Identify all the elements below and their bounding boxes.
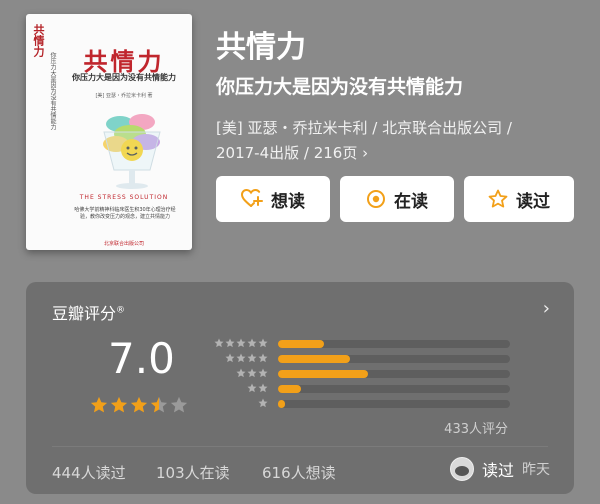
star-icon [247,368,257,378]
rating-panel[interactable]: 豆瓣评分® › 7.0 433人评分 444人读过 103人在读 616人想读 … [26,282,574,494]
reading-button[interactable]: 在读 [340,176,454,222]
panel-divider [52,446,548,447]
star-icon [247,383,257,393]
book-meta[interactable]: [美] 亚瑟・乔拉米卡利 / 北京联合出版公司 / 2017-4出版 / 216… [216,116,586,166]
want-to-read-label: 想读 [271,191,305,212]
want-to-read-button[interactable]: 想读 [216,176,330,222]
rating-bar-track [278,385,510,393]
rating-bar-row [210,382,530,396]
star-icon [214,338,224,348]
book-subtitle: 你压力大是因为没有共情能力 [216,76,464,98]
star-icon [258,368,268,378]
target-icon [367,190,385,208]
rating-title: 豆瓣评分® [52,300,125,324]
star-icon [258,398,268,408]
reading-label: 在读 [394,191,428,212]
cover-blurb: 哈佛大学前精神科临床医生积30年心理治疗经验，教你改变压力的观念，建立共情能力 [74,207,176,220]
star-icon [225,338,235,348]
star-icon [110,396,128,413]
book-meta-line2: 2017-4出版 / 216页 [216,144,358,162]
rating-bar-row [210,397,530,411]
rating-bar-row [210,337,530,351]
rating-bar-stars [214,338,268,348]
rating-bar-row [210,352,530,366]
rating-distribution [210,337,530,412]
have-read-label: 读过 [516,191,550,212]
rating-bar-fill [278,400,285,408]
macaron-glass-illustration [103,114,161,189]
star-icon [258,338,268,348]
star-icon [247,338,257,348]
rating-stars [90,396,188,414]
chevron-right-icon: › [362,144,369,162]
star-icon [225,353,235,363]
book-cover[interactable]: 共情力 你压力大是因为没有共情能力 共情力 你压力大是因为没有共情能力 [美] … [26,14,192,250]
cover-spine-title: 共情力 [32,24,45,57]
star-icon [236,338,246,348]
star-icon [90,396,108,413]
stat-reading[interactable]: 103人在读 [156,462,230,483]
book-meta-line1: [美] 亚瑟・乔拉米卡利 / 北京联合出版公司 / [216,119,512,137]
rating-bar-track [278,400,510,408]
star-icon [258,353,268,363]
stat-read[interactable]: 444人读过 [52,462,126,483]
rating-score: 7.0 [108,334,175,383]
rating-bar-fill [278,340,325,348]
star-icon [170,396,188,413]
rating-bar-row [210,367,530,381]
rating-bar-stars [225,353,268,363]
cover-english-title: THE STRESS SOLUTION [79,194,169,201]
cover-publisher: 北京联合出版公司 [103,241,144,247]
rating-bar-track [278,355,510,363]
star-outline-icon [488,189,508,208]
star-icon [236,368,246,378]
cover-subtitle: 你压力大是因为没有共情能力 [72,73,176,82]
stat-want[interactable]: 616人想读 [262,462,336,483]
cover-spine-subtitle: 你压力大是因为没有共情能力 [49,52,56,130]
star-icon [236,353,246,363]
my-status-time: 昨天 [522,462,550,478]
rating-title-text: 豆瓣评分 [52,304,117,323]
star-icon [258,383,268,393]
rating-bar-stars [236,368,268,378]
star-icon [247,353,257,363]
cover-author: [美] 亚瑟・乔拉米卡利 著 [95,93,153,99]
heart-plus-icon [241,189,263,207]
rating-bar-track [278,340,510,348]
avatar [449,457,474,481]
rating-bar-fill [278,385,302,393]
rating-count[interactable]: 433人评分 [444,418,508,437]
rating-bar-stars [258,398,268,408]
my-status-label: 读过 [481,461,514,480]
star-icon [130,396,148,413]
rating-bar-track [278,370,510,378]
rating-trademark: ® [116,305,126,316]
rating-bar-stars [247,383,268,393]
my-status[interactable]: 读过 昨天 [449,457,550,481]
rating-bar-fill [278,355,350,363]
rating-bar-fill [278,370,369,378]
rating-chevron-icon[interactable]: › [543,298,550,319]
have-read-button[interactable]: 读过 [464,176,574,222]
star-icon [150,396,168,413]
book-title: 共情力 [216,30,306,65]
